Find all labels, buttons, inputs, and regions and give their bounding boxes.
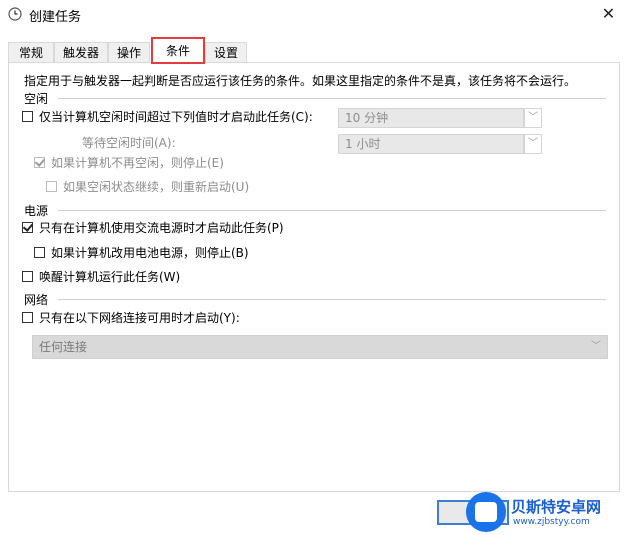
network-heading: 网络 — [24, 293, 49, 307]
wait-duration-combo[interactable]: 1 小时 ﹀ — [338, 134, 542, 154]
close-icon: ✕ — [601, 4, 616, 23]
window-title: 创建任务 — [29, 10, 82, 25]
chevron-down-icon: ﹀ — [524, 108, 542, 128]
network-connection-dropdown[interactable]: 任何连接 ﹀ — [32, 335, 608, 359]
checkbox-label: 如果计算机改用电池电源，则停止(B) — [51, 246, 249, 260]
checkbox-label: 唤醒计算机运行此任务(W) — [39, 270, 181, 284]
wait-duration-field: 1 小时 — [338, 134, 524, 154]
checkbox-box — [22, 312, 33, 323]
checkbox-box — [34, 247, 45, 258]
ac-power-only-checkbox[interactable]: 只有在计算机使用交流电源时才启动此任务(P) — [22, 220, 284, 236]
chevron-down-icon: ﹀ — [524, 134, 542, 154]
tab-label: 操作 — [116, 46, 141, 60]
power-divider — [58, 210, 606, 211]
checkbox-box — [22, 222, 33, 233]
network-connection-value: 任何连接 — [39, 340, 88, 354]
only-if-network-checkbox[interactable]: 只有在以下网络连接可用时才启动(Y): — [22, 310, 240, 326]
checkbox-box — [22, 111, 33, 122]
close-button[interactable]: ✕ — [590, 0, 627, 28]
conditions-description: 指定用于与触发器一起判断是否应运行该任务的条件。如果这里指定的条件不是真，该任务… — [24, 74, 577, 88]
power-heading: 电源 — [24, 204, 49, 218]
watermark-name: 贝斯特安卓网 — [511, 498, 602, 516]
checkbox-label: 如果空闲状态继续，则重新启动(U) — [63, 180, 250, 194]
idle-duration-combo[interactable]: 10 分钟 ﹀ — [338, 108, 542, 128]
idle-duration-field: 10 分钟 — [338, 108, 524, 128]
wait-idle-label: 等待空闲时间(A): — [82, 136, 176, 150]
checkbox-label: 仅当计算机空闲时间超过下列值时才启动此任务(C): — [39, 110, 313, 124]
checkbox-box — [46, 181, 57, 192]
tab-settings[interactable]: 设置 — [205, 42, 247, 62]
restart-if-idle-checkbox[interactable]: 如果空闲状态继续，则重新启动(U) — [46, 179, 249, 195]
site-watermark: 贝斯特安卓网 www.zjbstyy.com — [466, 490, 627, 535]
checkbox-box — [22, 271, 33, 282]
tab-strip: 常规 触发器 操作 条件 设置 — [8, 38, 620, 63]
android-logo-icon — [466, 492, 506, 532]
watermark-url: www.zjbstyy.com — [513, 517, 590, 527]
active-tab-highlight — [151, 37, 205, 64]
stop-if-not-idle-checkbox[interactable]: 如果计算机不再空闲，则停止(E) — [34, 155, 224, 171]
tab-label: 常规 — [18, 46, 43, 60]
idle-divider — [58, 98, 606, 99]
checkbox-label: 只有在以下网络连接可用时才启动(Y): — [39, 311, 240, 325]
stop-on-battery-checkbox[interactable]: 如果计算机改用电池电源，则停止(B) — [34, 245, 249, 261]
task-clock-icon — [8, 7, 22, 21]
chevron-down-icon: ﹀ — [591, 341, 601, 352]
wake-computer-checkbox[interactable]: 唤醒计算机运行此任务(W) — [22, 269, 180, 285]
tab-actions[interactable]: 操作 — [108, 42, 150, 62]
checkbox-box — [34, 157, 45, 168]
checkbox-label: 只有在计算机使用交流电源时才启动此任务(P) — [39, 221, 284, 235]
checkbox-label: 如果计算机不再空闲，则停止(E) — [51, 156, 224, 170]
start-if-idle-checkbox[interactable]: 仅当计算机空闲时间超过下列值时才启动此任务(C): — [22, 109, 313, 125]
idle-heading: 空闲 — [24, 92, 49, 106]
tab-label: 触发器 — [62, 46, 99, 60]
tab-general[interactable]: 常规 — [8, 42, 54, 62]
tab-label: 设置 — [213, 46, 238, 60]
tab-triggers[interactable]: 触发器 — [54, 42, 108, 62]
network-divider — [58, 299, 606, 300]
title-bar: 创建任务 ✕ — [0, 0, 627, 30]
